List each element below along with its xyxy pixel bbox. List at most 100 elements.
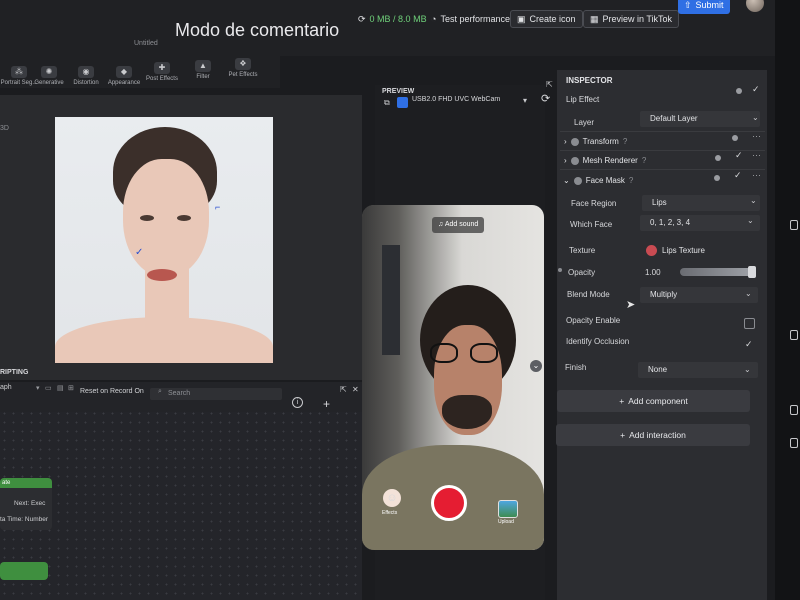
plus-icon: + bbox=[620, 430, 626, 440]
texture-select[interactable]: Lips Texture bbox=[652, 243, 758, 259]
opacity-slider-handle[interactable] bbox=[748, 266, 756, 278]
generative-icon: ✺ bbox=[41, 66, 57, 78]
enabled-checkmark-icon[interactable]: ✓ bbox=[734, 170, 742, 181]
toolbar-item-appearance[interactable]: ◆ Appearance bbox=[105, 58, 143, 86]
refresh-icon[interactable]: ⟳ bbox=[541, 92, 550, 105]
mouse-cursor: ➤ bbox=[626, 299, 636, 311]
upload-button[interactable] bbox=[498, 500, 518, 518]
panel-icon[interactable]: ▭ bbox=[45, 384, 52, 392]
which-face-label: Which Face bbox=[570, 220, 613, 229]
globe-icon bbox=[570, 156, 579, 165]
face-region-select[interactable]: Lips bbox=[642, 195, 760, 211]
gauge-icon: ◔ bbox=[431, 14, 437, 24]
toolbar-item-generative[interactable]: ✺ Generative bbox=[30, 58, 68, 86]
opacity-enable-label: Opacity Enable bbox=[566, 316, 621, 325]
scripting-title: RIPTING bbox=[0, 369, 29, 376]
chevron-down-icon[interactable]: ⌄ bbox=[563, 176, 570, 185]
preview-in-tiktok-button[interactable]: ▦ Preview in TikTok bbox=[583, 10, 680, 28]
chevron-down-icon[interactable]: ⌄ bbox=[745, 289, 752, 298]
opacity-enable-checkbox[interactable] bbox=[744, 318, 755, 329]
grid-icon[interactable]: ⊞ bbox=[68, 384, 74, 392]
enabled-checkmark-icon[interactable]: ✓ bbox=[735, 150, 743, 161]
window-frame bbox=[382, 245, 400, 355]
chevron-down-icon[interactable]: ⌄ bbox=[530, 360, 542, 372]
memory-text: 0 MB / 8.0 MB bbox=[369, 14, 427, 24]
enabled-checkmark-icon[interactable]: ✓ bbox=[752, 84, 760, 95]
popout-icon[interactable]: ⇱ bbox=[340, 385, 347, 394]
toolbar-item-distortion[interactable]: ◉ Distortion bbox=[67, 58, 105, 86]
identify-occlusion-checkbox[interactable]: ✓ bbox=[745, 339, 753, 350]
script-node[interactable] bbox=[0, 562, 48, 580]
help-icon[interactable]: ? bbox=[623, 137, 627, 146]
layout-icon[interactable]: ▤ bbox=[57, 384, 64, 392]
window-icon bbox=[790, 405, 798, 415]
visibility-icon[interactable] bbox=[732, 135, 738, 141]
toolbar-item-pet-effects[interactable]: ❖ Pet Effects bbox=[224, 50, 262, 78]
chevron-right-icon[interactable]: › bbox=[564, 137, 567, 146]
more-icon[interactable]: ⋯ bbox=[752, 170, 761, 181]
finish-select[interactable]: None bbox=[638, 362, 758, 378]
music-icon: ♫ bbox=[438, 221, 444, 228]
divider bbox=[560, 131, 765, 132]
create-icon-button[interactable]: ▣ Create icon bbox=[510, 10, 583, 28]
visibility-icon[interactable] bbox=[714, 175, 720, 181]
close-icon[interactable]: ✕ bbox=[352, 385, 359, 394]
project-name: Untitled bbox=[134, 40, 158, 47]
blend-mode-select[interactable]: Multiply bbox=[640, 287, 758, 303]
chevron-down-icon[interactable]: ⌄ bbox=[744, 365, 751, 374]
opacity-label: Opacity bbox=[568, 268, 596, 277]
info-icon[interactable]: i bbox=[292, 397, 303, 408]
add-node-icon[interactable]: + bbox=[323, 397, 330, 411]
which-face-select[interactable]: 0, 1, 2, 3, 4 bbox=[640, 215, 760, 231]
add-component-button[interactable]: + Add component bbox=[557, 390, 750, 412]
layer-select[interactable]: Default Layer bbox=[640, 111, 760, 127]
effects-button[interactable]: ☺ bbox=[383, 489, 401, 507]
toolbar-item-filter[interactable]: ▲ Filter bbox=[184, 52, 222, 80]
opacity-slider[interactable] bbox=[680, 268, 754, 276]
face-mask-icon bbox=[573, 176, 582, 185]
script-node[interactable]: ate Next: Exec ta Time: Number bbox=[0, 478, 52, 530]
preview-title: PREVIEW bbox=[382, 88, 415, 95]
chevron-right-icon[interactable]: › bbox=[564, 156, 567, 165]
landmark-marker: ⌐ bbox=[215, 202, 221, 212]
test-performance-button[interactable]: ◔ Test performance bbox=[425, 10, 516, 28]
chevron-down-icon[interactable]: ▾ bbox=[523, 96, 527, 105]
scripting-panel[interactable] bbox=[0, 382, 362, 600]
search-input[interactable]: Search bbox=[150, 388, 282, 400]
pet-icon: ❖ bbox=[235, 58, 251, 70]
chevron-down-icon[interactable]: ⌄ bbox=[752, 113, 759, 122]
add-interaction-button[interactable]: + Add interaction bbox=[556, 424, 750, 446]
camera-icon[interactable] bbox=[397, 97, 408, 108]
chevron-down-icon[interactable]: ▾ bbox=[36, 384, 40, 392]
upload-icon: ⇧ bbox=[684, 0, 692, 10]
inspector-title: INSPECTOR bbox=[566, 76, 613, 85]
keyframe-icon[interactable] bbox=[558, 268, 562, 272]
visibility-icon[interactable] bbox=[736, 88, 742, 94]
chevron-down-icon[interactable]: ⌄ bbox=[750, 196, 757, 205]
graph-select[interactable]: aph bbox=[0, 384, 12, 391]
record-button[interactable] bbox=[431, 485, 467, 521]
add-sound-button[interactable]: ♫ Add sound bbox=[432, 217, 485, 233]
search-icon: ⌕ bbox=[158, 388, 162, 395]
chevron-down-icon[interactable]: ⌄ bbox=[747, 216, 754, 225]
opacity-value[interactable]: 1.00 bbox=[645, 268, 661, 277]
texture-label: Texture bbox=[569, 246, 596, 255]
section-transform[interactable]: › Transform ? bbox=[564, 137, 627, 146]
popout-icon[interactable]: ⇱ bbox=[546, 80, 553, 89]
copy-icon[interactable]: ⧉ bbox=[384, 98, 390, 108]
view-mode-label: 3D bbox=[0, 125, 9, 132]
window-icon bbox=[790, 330, 798, 340]
refresh-icon[interactable]: ⟳ bbox=[358, 14, 366, 25]
toolbar-item-post-effects[interactable]: ✚ Post Effects bbox=[143, 54, 181, 82]
submit-button[interactable]: ⇧ Submit bbox=[678, 0, 730, 14]
help-icon[interactable]: ? bbox=[629, 176, 633, 185]
section-mesh-renderer[interactable]: › Mesh Renderer ? bbox=[564, 156, 646, 165]
reset-mode-select[interactable]: Reset on Record On bbox=[80, 388, 144, 395]
more-icon[interactable]: ⋯ bbox=[752, 131, 761, 142]
appearance-icon: ◆ bbox=[116, 66, 132, 78]
visibility-icon[interactable] bbox=[715, 155, 721, 161]
more-icon[interactable]: ⋯ bbox=[752, 150, 761, 161]
help-icon[interactable]: ? bbox=[642, 156, 646, 165]
section-face-mask[interactable]: ⌄ Face Mask ? bbox=[563, 176, 633, 185]
camera-select[interactable]: USB2.0 FHD UVC WebCam bbox=[412, 96, 500, 103]
